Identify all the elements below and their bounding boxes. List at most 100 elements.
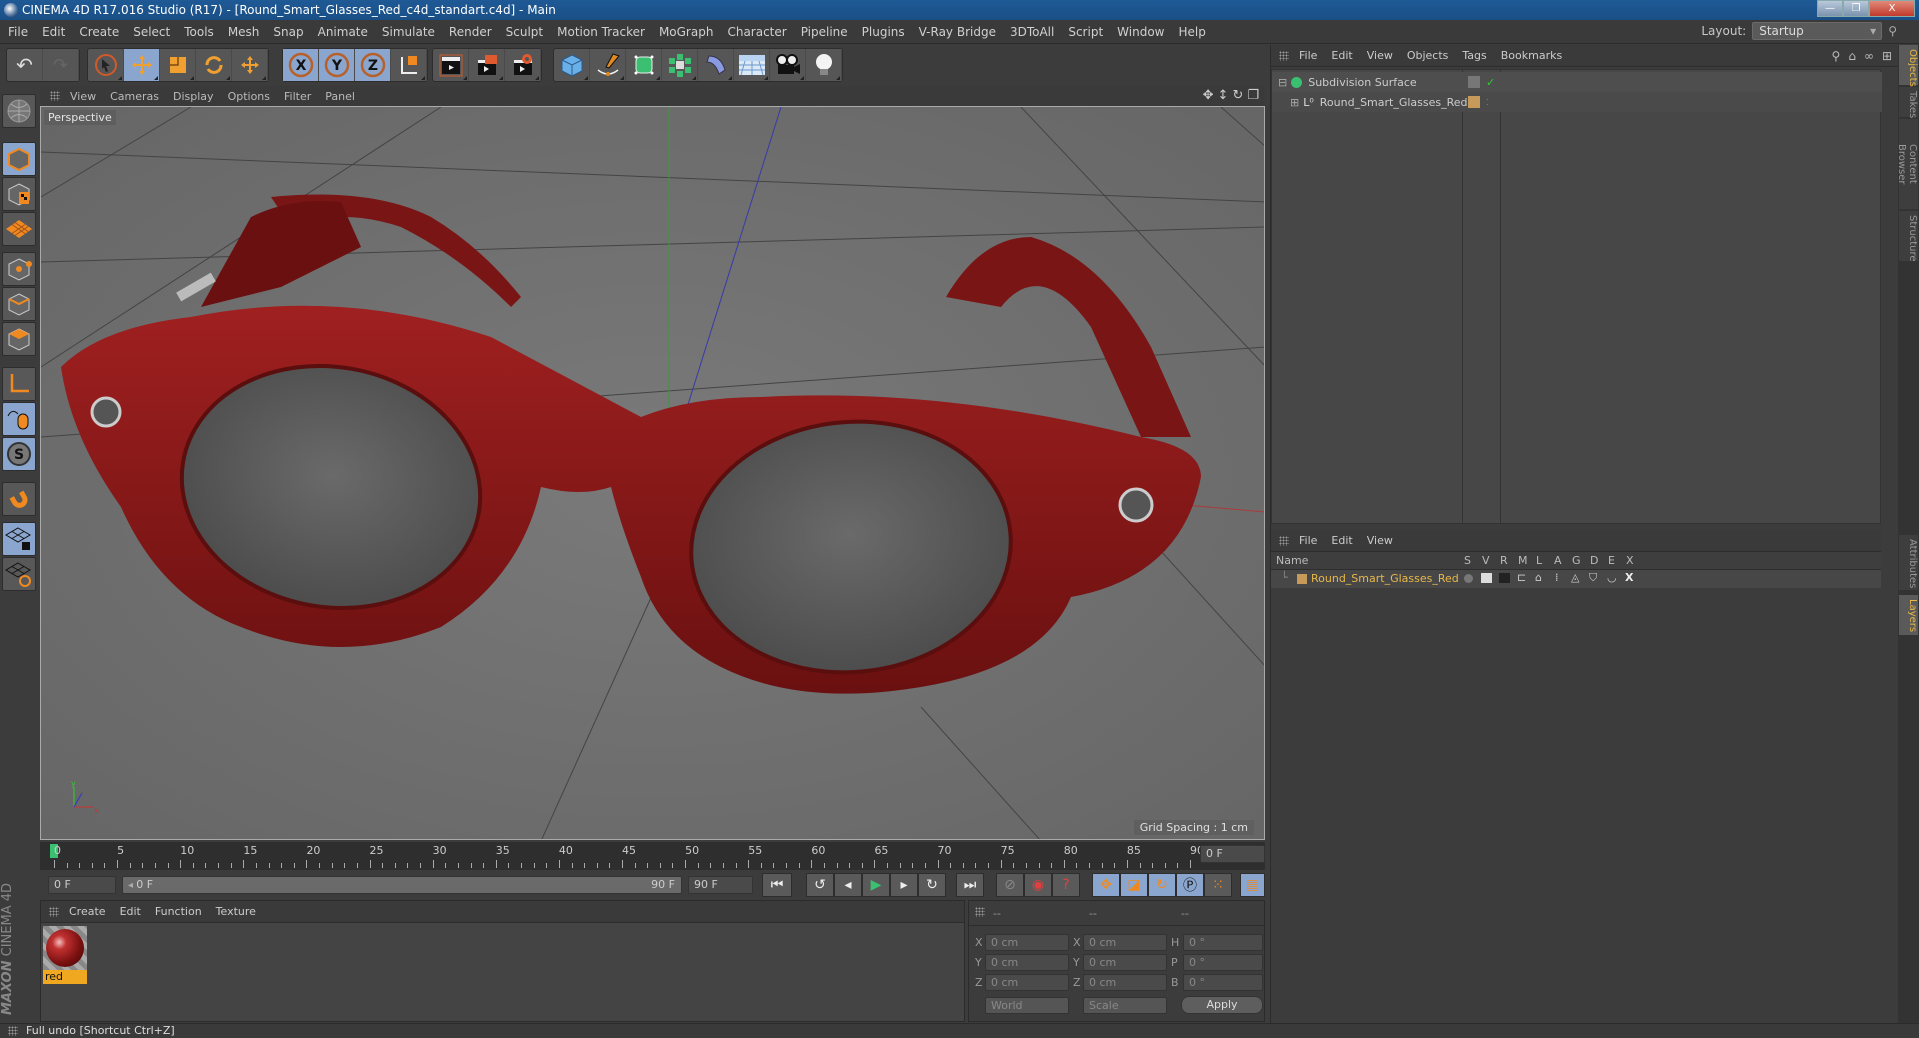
tab-objects[interactable]: Objects — [1899, 45, 1918, 87]
menu-window[interactable]: Window — [1117, 25, 1164, 39]
viewport-menu-panel[interactable]: Panel — [325, 90, 355, 103]
xref-toggle-icon[interactable]: X — [1625, 571, 1633, 584]
tab-layers[interactable]: Layers — [1899, 595, 1918, 635]
timeline-ruler[interactable]: 0 5 10 15 20 25 30 35 40 45 50 55 60 65 70 75 80 85 90 — [40, 842, 1265, 870]
solo-toggle-icon[interactable] — [1464, 574, 1473, 583]
new-window-icon[interactable]: ⊞ — [1882, 49, 1892, 63]
minimize-button[interactable]: — — [1817, 0, 1843, 17]
cube-button[interactable] — [554, 49, 590, 81]
deformer-button[interactable] — [698, 49, 734, 81]
rot-h-field[interactable]: 0 ° — [1183, 934, 1263, 951]
om-menu-view[interactable]: View — [1367, 49, 1393, 62]
3d-viewport[interactable]: Perspective yx Grid Spacing : 1 cm — [40, 106, 1265, 840]
apply-button[interactable]: Apply — [1181, 996, 1263, 1014]
solo-button[interactable]: S — [2, 437, 36, 471]
render-picture-viewer-button[interactable] — [469, 49, 505, 81]
x-axis-button[interactable]: X — [283, 49, 319, 81]
material-item[interactable]: red — [43, 926, 87, 984]
mm-menu-function[interactable]: Function — [155, 905, 202, 918]
panel-grip-icon[interactable] — [50, 91, 60, 101]
menu-edit[interactable]: Edit — [42, 25, 65, 39]
expand-icon[interactable]: ⊞ — [1290, 96, 1299, 109]
transform-mode-select[interactable]: Scale — [1083, 997, 1167, 1014]
panel-grip-icon[interactable] — [1279, 535, 1289, 546]
pos-y-field[interactable]: 0 cm — [985, 954, 1069, 971]
panel-grip-icon[interactable] — [49, 906, 59, 917]
keyframe-help-button[interactable]: ? — [1052, 873, 1080, 897]
key-position-button[interactable]: ✥ — [1092, 873, 1120, 897]
menu-mograph[interactable]: MoGraph — [659, 25, 714, 39]
coordinate-mode-select[interactable]: World — [985, 997, 1069, 1014]
om-menu-objects[interactable]: Objects — [1407, 49, 1449, 62]
rot-b-field[interactable]: 0 ° — [1183, 974, 1263, 991]
tab-attributes[interactable]: Attributes — [1899, 535, 1918, 590]
render-view-button[interactable] — [433, 49, 469, 81]
mm-menu-texture[interactable]: Texture — [216, 905, 256, 918]
move-tool-button[interactable] — [124, 49, 160, 81]
current-frame-field-right[interactable]: 0 F — [1200, 845, 1265, 863]
key-pla-button[interactable]: ⁙ — [1204, 873, 1232, 897]
texture-mode-button[interactable] — [2, 177, 36, 211]
current-frame-field[interactable]: 0 F — [48, 876, 116, 894]
menu-motion-tracker[interactable]: Motion Tracker — [557, 25, 645, 39]
deformers-toggle-icon[interactable]: ⛉ — [1589, 571, 1597, 585]
size-x-field[interactable]: 0 cm — [1083, 934, 1167, 951]
goto-end-button[interactable]: ⏭ — [956, 873, 984, 897]
menu-tools[interactable]: Tools — [184, 25, 214, 39]
size-y-field[interactable]: 0 cm — [1083, 954, 1167, 971]
light-button[interactable] — [806, 49, 842, 81]
om-menu-tags[interactable]: Tags — [1462, 49, 1486, 62]
tab-content-browser[interactable]: Content Browser — [1896, 119, 1918, 209]
maximize-view-icon[interactable]: ❐ — [1247, 88, 1259, 103]
menu-character[interactable]: Character — [727, 25, 786, 39]
animation-toggle-icon[interactable]: ⁞ — [1555, 571, 1559, 584]
key-rotation-button[interactable]: ↻ — [1148, 873, 1176, 897]
select-tool-button[interactable] — [88, 49, 124, 81]
undo-button[interactable]: ↶ — [7, 49, 43, 81]
subdivision-button[interactable] — [626, 49, 662, 81]
panel-grip-icon[interactable] — [975, 907, 985, 917]
menu-render[interactable]: Render — [449, 25, 492, 39]
column-view[interactable]: V — [1482, 554, 1490, 567]
end-frame-field[interactable]: 90 F — [688, 876, 753, 894]
edges-mode-button[interactable] — [2, 287, 36, 321]
lm-menu-file[interactable]: File — [1299, 534, 1317, 547]
column-generators[interactable]: G — [1572, 554, 1581, 567]
autokey-button[interactable]: ⊘ — [996, 873, 1024, 897]
rot-p-field[interactable]: 0 ° — [1183, 954, 1263, 971]
prev-key-button[interactable]: ↺ — [806, 873, 834, 897]
menu-help[interactable]: Help — [1178, 25, 1205, 39]
viewport-menu-filter[interactable]: Filter — [284, 90, 311, 103]
panel-grip-icon[interactable] — [1279, 50, 1289, 61]
layer-name[interactable]: Round_Smart_Glasses_Red — [1311, 572, 1459, 585]
tab-structure[interactable]: Structure — [1899, 211, 1918, 262]
scale-tool-button[interactable] — [160, 49, 196, 81]
polygons-mode-button[interactable] — [2, 322, 36, 356]
axis-mode-button[interactable] — [2, 367, 36, 401]
pos-x-field[interactable]: 0 cm — [985, 934, 1069, 951]
search-icon[interactable]: ⚲ — [1832, 49, 1841, 63]
menu-create[interactable]: Create — [79, 25, 119, 39]
next-key-button[interactable]: ↻ — [918, 873, 946, 897]
lm-menu-edit[interactable]: Edit — [1331, 534, 1352, 547]
enabled-check-icon[interactable]: ✓ — [1486, 76, 1495, 89]
rotate-tool-button[interactable] — [196, 49, 232, 81]
column-lock[interactable]: L — [1536, 554, 1542, 567]
layer-row[interactable]: └ Round_Smart_Glasses_Red ⊏ ⌂ ⁞ ◬ ⛉ ◡ X — [1271, 570, 1881, 588]
object-row[interactable]: ⊟ Subdivision Surface ✓ — [1272, 72, 1882, 92]
floor-button[interactable] — [734, 49, 770, 81]
object-row[interactable]: ⊞ L⁰ Round_Smart_Glasses_Red ⁚ — [1272, 92, 1882, 112]
pos-z-field[interactable]: 0 cm — [985, 974, 1069, 991]
camera-button[interactable] — [770, 49, 806, 81]
column-render[interactable]: R — [1500, 554, 1508, 567]
y-axis-button[interactable]: Y — [319, 49, 355, 81]
menu-simulate[interactable]: Simulate — [382, 25, 435, 39]
cloner-button[interactable] — [662, 49, 698, 81]
menu-plugins[interactable]: Plugins — [862, 25, 905, 39]
zoom-view-icon[interactable]: ↕ — [1218, 88, 1229, 103]
key-scale-button[interactable]: ◪ — [1120, 873, 1148, 897]
om-menu-edit[interactable]: Edit — [1331, 49, 1352, 62]
workplane-button[interactable] — [2, 212, 36, 246]
link-icon[interactable]: ∞ — [1864, 49, 1874, 63]
object-name[interactable]: Subdivision Surface — [1308, 76, 1416, 89]
